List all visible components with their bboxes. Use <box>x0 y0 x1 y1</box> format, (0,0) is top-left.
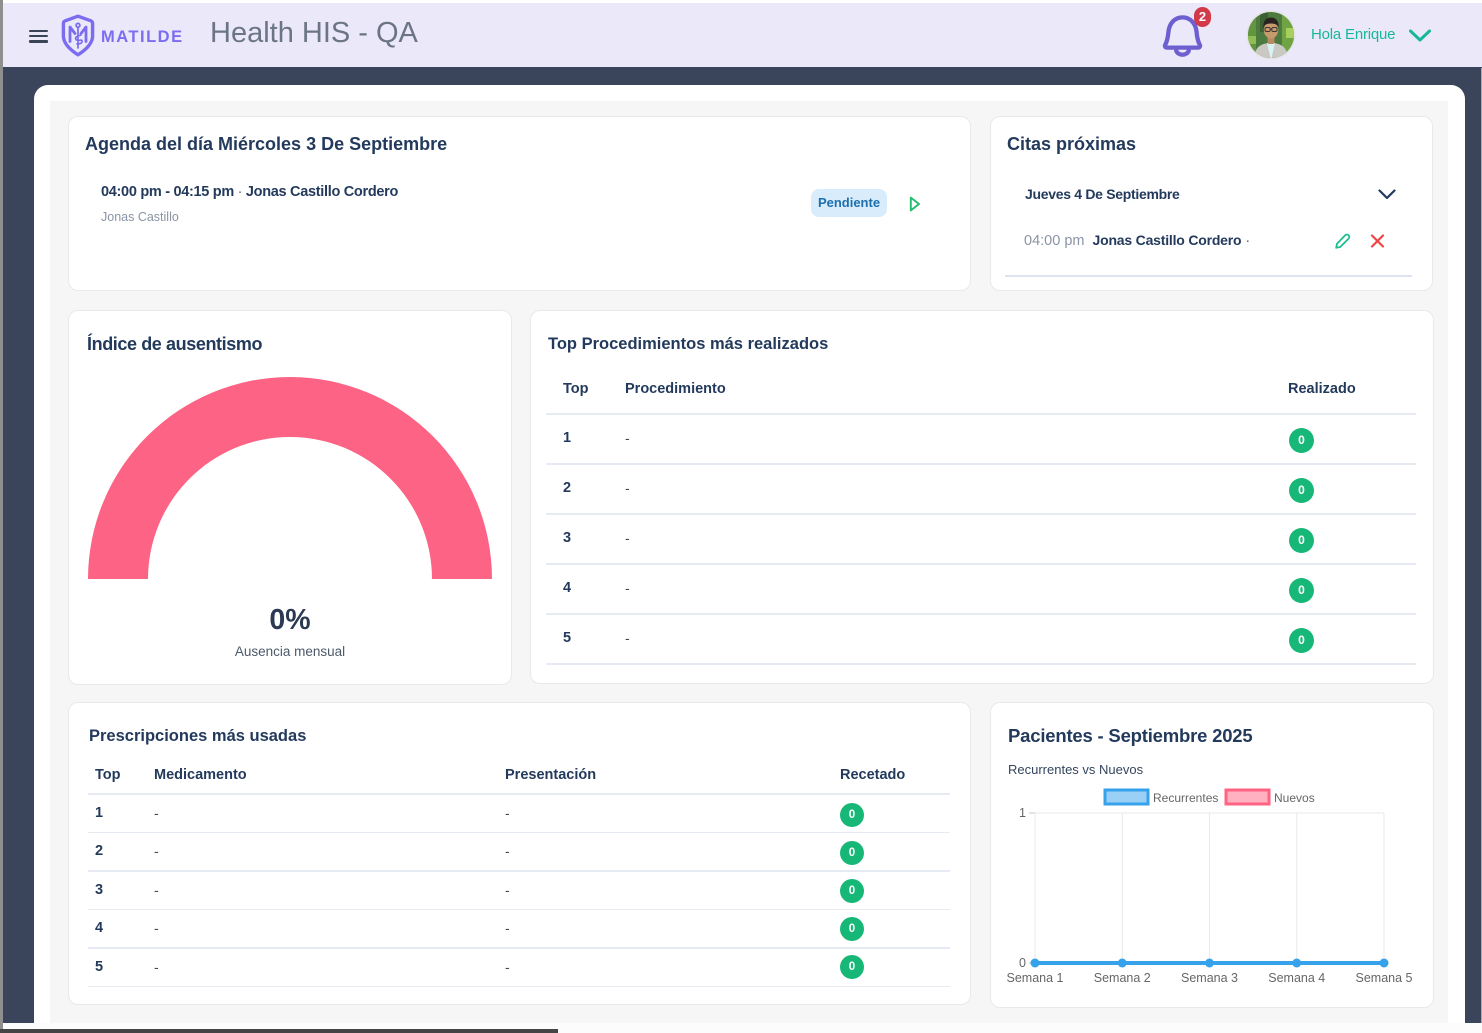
svg-text:Semana 5: Semana 5 <box>1356 971 1413 985</box>
svg-text:0: 0 <box>1019 956 1026 970</box>
svg-text:1: 1 <box>1019 806 1026 820</box>
svg-text:Nuevos: Nuevos <box>1274 791 1315 805</box>
svg-text:Semana 2: Semana 2 <box>1094 971 1151 985</box>
svg-text:Semana 4: Semana 4 <box>1268 971 1325 985</box>
svg-text:Recurrentes: Recurrentes <box>1153 791 1218 805</box>
svg-text:Semana 1: Semana 1 <box>1007 971 1064 985</box>
svg-text:Semana 3: Semana 3 <box>1181 971 1238 985</box>
